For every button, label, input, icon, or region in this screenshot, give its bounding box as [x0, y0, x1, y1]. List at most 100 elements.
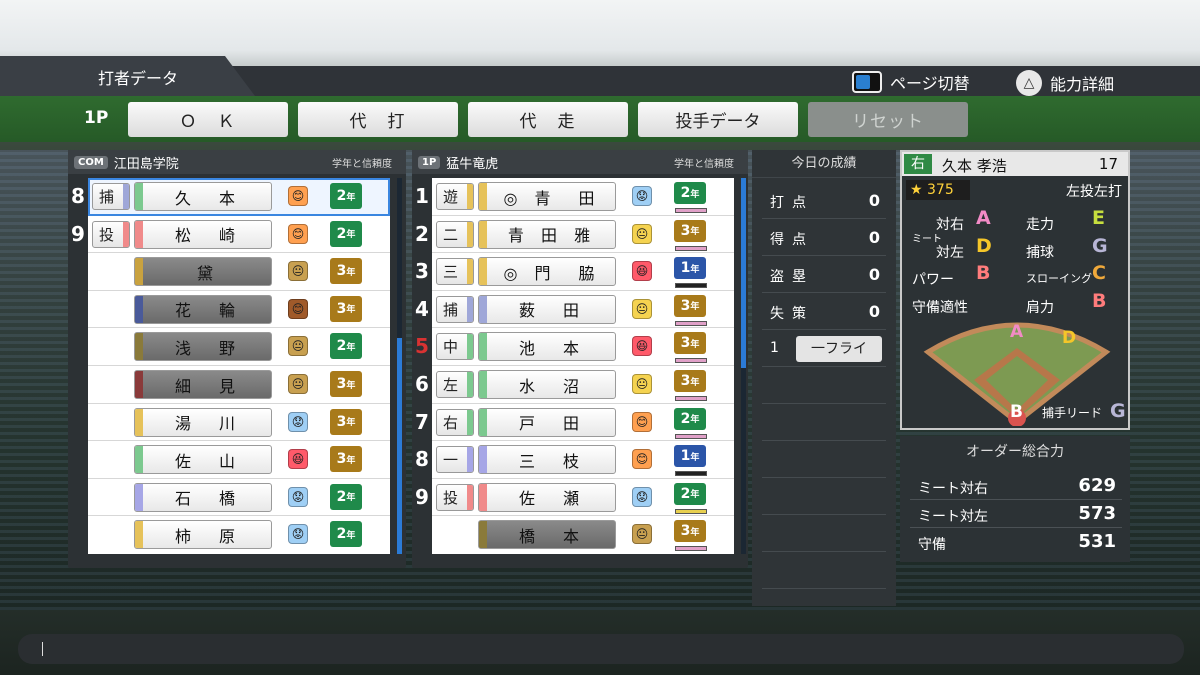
left-row-1[interactable]: 8 捕 久 本 😊 2年 [71, 178, 390, 216]
player-name: 黛 [134, 257, 272, 287]
right-row-7[interactable]: 7 右 戸 田 😊 2年 [415, 404, 734, 442]
left-scrollbar[interactable] [397, 178, 402, 554]
summary-row: ミート対左 573 [910, 500, 1122, 528]
position-box: 捕 [436, 295, 474, 323]
left-team-panel: COM 江田島学院 学年と信頼度 8 捕 久 本 😊 2年 9 投 松 崎 😊 … [68, 150, 406, 568]
message-bar [18, 634, 1184, 664]
player-full-name: 久本 孝浩 [942, 157, 1007, 175]
batting-order: 7 [415, 409, 429, 434]
empty-row [762, 367, 886, 404]
order-strength-panel: オーダー総合力 ミート対右 629 ミート対左 573 守備 531 [900, 436, 1130, 562]
page-switch-hint[interactable]: ページ切替 [852, 70, 970, 94]
left-lineup-list: 8 捕 久 本 😊 2年 9 投 松 崎 😊 2年 黛 😐 3年 花 輪 😊 3… [71, 178, 402, 554]
grade-badge: 3年 [674, 520, 706, 543]
condition-icon: 😊 [288, 298, 308, 319]
pitcher-data-button[interactable]: 投手データ [638, 102, 798, 137]
throw-grade: C [1092, 262, 1106, 284]
player-name: 松 崎 [134, 219, 272, 249]
today-results-panel: 今日の成績 打点 0 得点 0 盗塁 0 失策 0 1 一フライ [752, 150, 896, 606]
right-row-3[interactable]: 3 三 ◎ 門 脇 😆 1年 [415, 253, 734, 291]
empty-row [762, 478, 886, 515]
pinch-hit-button[interactable]: 代 打 [298, 102, 458, 137]
condition-icon: 😐 [632, 374, 652, 394]
trust-bar [675, 320, 707, 326]
reset-button[interactable]: リセット [808, 102, 968, 137]
player-name: ◎ 門 脇 [478, 257, 616, 287]
fielding-grade-catcher: B [1010, 402, 1023, 422]
speed-grade: E [1092, 207, 1105, 229]
grade-badge: 3年 [330, 408, 362, 435]
stat-row: 失策 0 [762, 293, 886, 330]
empty-row [762, 552, 886, 589]
left-row-4[interactable]: 花 輪 😊 3年 [88, 291, 390, 329]
power-grade: B [976, 262, 991, 284]
star-rating: ★ 375 [906, 180, 970, 200]
trust-bar [675, 358, 707, 364]
right-row-9[interactable]: 9 投 佐 瀬 😟 2年 [415, 479, 734, 517]
at-bat-row: 1 一フライ [762, 330, 886, 367]
grade-badge: 2年 [330, 220, 362, 247]
player-name: 湯 川 [134, 407, 272, 437]
empty-row [762, 441, 886, 478]
left-row-9[interactable]: 石 橋 😟 2年 [88, 479, 390, 517]
grade-badge: 3年 [330, 446, 362, 473]
right-scrollbar[interactable] [741, 178, 746, 554]
condition-icon: 😟 [288, 411, 308, 432]
left-row-10[interactable]: 柿 原 😟 2年 [88, 516, 390, 554]
batting-order: 2 [415, 221, 429, 246]
ok-button[interactable]: Ｏ Ｋ [128, 102, 288, 137]
batting-order: 4 [415, 296, 429, 321]
right-row-6[interactable]: 6 左 水 沼 😐 3年 [415, 366, 734, 404]
right-row-4[interactable]: 4 捕 薮 田 😐 3年 [415, 291, 734, 329]
grade-badge: 1年 [674, 257, 706, 280]
left-team-header: COM 江田島学院 学年と信頼度 [68, 150, 406, 174]
catch-label: 捕球 [1026, 245, 1054, 261]
stat-row: 盗塁 0 [762, 256, 886, 293]
player-name: 戸 田 [478, 407, 616, 437]
player-name: 三 枝 [478, 445, 616, 475]
throwing-hand: 右 [904, 154, 932, 174]
left-row-6[interactable]: 細 見 😐 3年 [88, 366, 390, 404]
grade-badge: 3年 [674, 294, 706, 317]
grade-badge: 2年 [330, 483, 362, 510]
1p-badge: 1P [418, 155, 441, 169]
grade-badge: 3年 [674, 332, 706, 355]
player-name: 橋 本 [478, 520, 616, 550]
player-name: 石 橋 [134, 482, 272, 512]
defense-label: 守備適性 [912, 300, 968, 316]
right-row-5[interactable]: 5 中 池 本 😆 3年 [415, 328, 734, 366]
touchpad-icon [852, 71, 882, 93]
grade-badge: 2年 [674, 182, 706, 204]
ability-detail-hint[interactable]: △ 能力詳細 [1016, 70, 1114, 96]
condition-icon: 😟 [288, 524, 308, 545]
right-row-10[interactable]: 橋 本 😐 3年 [432, 516, 734, 554]
grade-badge: 3年 [674, 219, 706, 242]
player-name: ◎ 青 田 [478, 182, 616, 211]
right-row-1[interactable]: 1 遊 ◎ 青 田 😟 2年 [415, 178, 734, 216]
trust-bar [675, 471, 707, 477]
left-row-7[interactable]: 湯 川 😟 3年 [88, 404, 390, 442]
right-row-8[interactable]: 8 一 三 枝 😊 1年 [415, 441, 734, 479]
pinch-run-button[interactable]: 代 走 [468, 102, 628, 137]
right-row-2[interactable]: 2 二 青 田 雅 😐 3年 [415, 216, 734, 254]
condition-icon: 😆 [632, 336, 652, 357]
meet-vs-left-grade: D [976, 235, 992, 257]
player-name: 花 輪 [134, 294, 272, 324]
trust-bar [675, 508, 707, 514]
position-box: 遊 [436, 183, 474, 210]
vs-right-label: 対右 [936, 217, 964, 233]
grade-badge: 2年 [674, 482, 706, 505]
left-row-2[interactable]: 9 投 松 崎 😊 2年 [71, 216, 390, 254]
left-row-3[interactable]: 黛 😐 3年 [88, 253, 390, 291]
trust-bar [675, 208, 707, 213]
player-name: 佐 瀬 [478, 482, 616, 512]
left-row-8[interactable]: 佐 山 😆 3年 [88, 441, 390, 479]
left-row-5[interactable]: 浅 野 😐 2年 [88, 328, 390, 366]
triangle-button-icon: △ [1016, 70, 1042, 96]
batting-order: 3 [415, 259, 429, 284]
summary-row: 守備 531 [918, 531, 1116, 553]
condition-icon: 😐 [288, 261, 308, 282]
condition-icon: 😐 [632, 223, 652, 244]
grade-badge: 2年 [330, 333, 362, 360]
stat-row: 打点 0 [762, 182, 886, 219]
